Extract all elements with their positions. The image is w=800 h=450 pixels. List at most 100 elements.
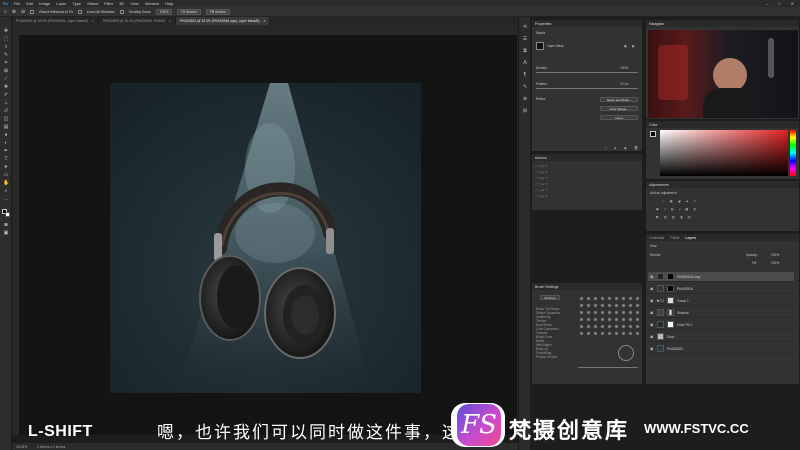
visibility-eye-icon[interactable]: ◉ xyxy=(650,311,654,315)
clone-source-icon[interactable]: ⊕ xyxy=(522,97,528,102)
action-set-row[interactable]: ✓ ▢ ▸ ▭ xyxy=(535,182,548,186)
spacing-slider[interactable] xyxy=(578,367,638,368)
pen-tool-icon[interactable]: ✒ xyxy=(3,149,9,154)
zoom-tool-side-icon[interactable]: ⌕ xyxy=(3,189,9,194)
tab-paths[interactable]: Paths xyxy=(670,236,679,240)
clone-stamp-tool-icon[interactable]: ⊥ xyxy=(3,101,9,106)
scrubby-zoom-checkbox[interactable] xyxy=(119,9,124,14)
zoom-100-button[interactable]: 100% xyxy=(155,8,173,15)
select-and-mask-button[interactable]: Select and Mask... xyxy=(600,97,638,102)
brush-option[interactable]: Protect Texture xyxy=(536,355,574,359)
adjustment-icons-row2[interactable]: ▣ ◑ ▤ ◒ ▩ ◍ xyxy=(656,207,698,211)
layer-row[interactable]: ◉ PHAS0516 xyxy=(648,284,794,294)
menu-view[interactable]: View xyxy=(130,1,139,6)
menu-image[interactable]: Image xyxy=(39,1,50,6)
zoom-out-icon[interactable]: ⊖ xyxy=(21,9,25,15)
layer-row[interactable]: ◉ ▸▭ Group 1 xyxy=(648,296,794,306)
menu-type[interactable]: Type xyxy=(72,1,81,6)
blur-tool-icon[interactable]: ● xyxy=(3,133,9,138)
brush-angle-dial[interactable] xyxy=(618,345,634,361)
glyphs-panel-icon[interactable]: ⊞ xyxy=(522,109,528,114)
action-set-row[interactable]: ✓ ▢ ▸ ▭ xyxy=(535,194,548,198)
layer-row[interactable]: ◉ PHAS0516 copy xyxy=(648,272,794,282)
zoom-tool-icon[interactable]: ⌕ xyxy=(4,9,7,15)
layer-filter-kind[interactable]: Kind xyxy=(650,244,656,248)
menu-filter[interactable]: Filter xyxy=(104,1,113,6)
layer-row[interactable]: ◉ PHAS0523 xyxy=(648,344,794,354)
shape-tool-icon[interactable]: ▭ xyxy=(3,173,9,178)
density-slider[interactable] xyxy=(536,72,638,73)
adjustment-icons-row3[interactable]: ◩ ▧ ▨ ◨ ▥ xyxy=(656,215,693,219)
zoom-all-checkbox[interactable] xyxy=(77,9,82,14)
menu-file[interactable]: File xyxy=(14,1,20,6)
action-set-row[interactable]: ✓ ▢ ▸ ▭ xyxy=(535,188,548,192)
tab-channels[interactable]: Channels xyxy=(649,236,664,240)
document-tab[interactable]: PHAS0516 @ 33.3% (PHAS0516, Layer Mask/8… xyxy=(12,17,99,25)
history-brush-tool-icon[interactable]: ↺ xyxy=(3,109,9,114)
path-select-tool-icon[interactable]: ➤ xyxy=(3,165,9,170)
menu-help[interactable]: Help xyxy=(165,1,173,6)
libraries-panel-icon[interactable]: ⧉ xyxy=(522,49,528,54)
crop-tool-icon[interactable]: ⌗ xyxy=(3,61,9,66)
close-icon[interactable]: ✕ xyxy=(791,1,794,6)
visibility-eye-icon[interactable]: ◉ xyxy=(650,287,654,291)
gradient-tool-icon[interactable]: ▤ xyxy=(3,125,9,130)
visibility-eye-icon[interactable]: ◉ xyxy=(650,323,654,327)
foreground-swatch[interactable] xyxy=(650,131,656,137)
move-tool-icon[interactable]: ✥ xyxy=(3,29,9,34)
layer-mask-thumbnail[interactable] xyxy=(667,321,674,328)
disable-mask-icon[interactable]: ◉ xyxy=(624,146,627,150)
menu-layer[interactable]: Layer xyxy=(56,1,66,6)
brush-tip-grid[interactable] xyxy=(578,295,640,335)
close-tab-icon[interactable]: × xyxy=(169,19,171,23)
document-canvas[interactable] xyxy=(19,35,517,435)
fill-value[interactable]: 100% xyxy=(771,261,779,265)
layer-row[interactable]: ◉ Shadow xyxy=(648,308,794,318)
adjustment-icons-row1[interactable]: ☼ ▦ ◪ ▲ ▽ xyxy=(662,199,698,203)
maximize-icon[interactable]: □ xyxy=(778,1,780,6)
more-tools-icon[interactable]: … xyxy=(3,197,9,202)
tab-layers[interactable]: Layers xyxy=(685,236,696,240)
visibility-eye-icon[interactable]: ◉ xyxy=(650,299,654,303)
delete-mask-icon[interactable]: 🗑 xyxy=(634,146,638,150)
visibility-eye-icon[interactable]: ◉ xyxy=(650,335,654,339)
healing-tool-icon[interactable]: ✚ xyxy=(3,85,9,90)
eraser-tool-icon[interactable]: ◫ xyxy=(3,117,9,122)
density-value[interactable]: 100% xyxy=(620,66,628,70)
brush-tool-icon[interactable]: ✐ xyxy=(3,93,9,98)
type-tool-icon[interactable]: T xyxy=(3,157,9,162)
zoom-in-icon[interactable]: ⊕ xyxy=(12,9,16,15)
load-selection-icon[interactable]: ⬚ xyxy=(604,146,607,150)
layer-mask-thumbnail[interactable] xyxy=(667,285,674,292)
layer-mask-thumbnail[interactable] xyxy=(667,273,674,280)
menu-window[interactable]: Window xyxy=(145,1,159,6)
document-tab-active[interactable]: PHAS0523-@ 33.3% (PHAS0516 copy, Layer M… xyxy=(175,17,271,25)
action-set-row[interactable]: ✓ ▢ ▸ ▭ xyxy=(535,164,548,168)
quick-mask-icon[interactable]: ◙ xyxy=(3,223,9,228)
close-tab-icon[interactable]: × xyxy=(92,19,94,23)
layer-row[interactable]: ◉ Glow xyxy=(648,332,794,342)
dodge-tool-icon[interactable]: ◐ xyxy=(3,141,9,146)
layer-mask-thumbnail[interactable] xyxy=(667,309,674,316)
menu-select[interactable]: Select xyxy=(87,1,98,6)
menu-3d[interactable]: 3D xyxy=(119,1,124,6)
fill-screen-button[interactable]: Fill Screen xyxy=(205,8,230,15)
layer-row[interactable]: ◉ Color Fill 1 xyxy=(648,320,794,330)
close-tab-icon[interactable]: × xyxy=(263,19,265,23)
history-panel-icon[interactable]: ⟲ xyxy=(522,25,528,30)
visibility-eye-icon[interactable]: ◉ xyxy=(650,347,654,351)
minimize-icon[interactable]: – xyxy=(766,1,768,6)
canvas-area[interactable] xyxy=(12,25,518,435)
hue-slider[interactable] xyxy=(790,130,796,176)
marquee-tool-icon[interactable]: ⬚ xyxy=(3,37,9,42)
invert-button[interactable]: Invert xyxy=(600,115,638,120)
opacity-value[interactable]: 100% xyxy=(771,253,779,257)
color-range-button[interactable]: Color Range... xyxy=(600,106,638,111)
brushes-button[interactable]: Brushes xyxy=(540,295,560,300)
lasso-tool-icon[interactable]: ℓ xyxy=(3,45,9,50)
feather-value[interactable]: 0.0 px xyxy=(620,82,629,86)
pixel-mask-icon[interactable]: ▣ xyxy=(624,44,627,48)
brush-panel-icon[interactable]: ✎ xyxy=(522,85,528,90)
color-field[interactable] xyxy=(660,130,788,176)
action-set-row[interactable]: ✓ ▢ ▸ ▭ xyxy=(535,176,548,180)
